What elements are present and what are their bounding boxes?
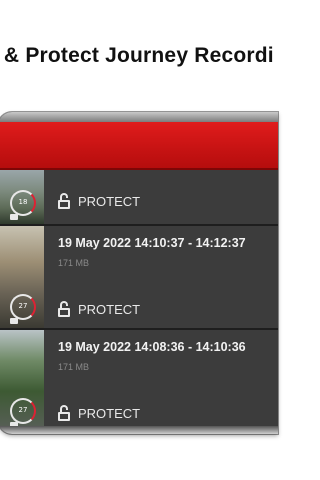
protect-label: PROTECT bbox=[78, 193, 141, 209]
speed-value: 27 bbox=[18, 406, 28, 414]
recording-title: 19 May 2022 14:08:36 - 14:10:36 bbox=[58, 340, 246, 354]
promo-headline: e & Protect Journey Recordi bbox=[0, 44, 274, 67]
recording-thumbnail[interactable]: 27 bbox=[0, 330, 44, 428]
recording-file-size: 171 MB bbox=[58, 362, 90, 372]
speedometer-icon: 18 bbox=[10, 190, 36, 216]
recording-title: 19 May 2022 14:10:37 - 14:12:37 bbox=[58, 236, 246, 250]
protect-button[interactable]: PROTECT bbox=[58, 300, 140, 318]
recording-list-item[interactable]: 18 PROTECT bbox=[0, 170, 278, 224]
camera-icon bbox=[10, 318, 18, 324]
recording-thumbnail[interactable]: 18 bbox=[0, 170, 44, 224]
phone-bezel-bottom bbox=[0, 426, 278, 434]
speedometer-icon: 27 bbox=[10, 398, 36, 424]
recording-file-size: 171 MB bbox=[58, 258, 90, 268]
recording-thumbnail[interactable]: 27 bbox=[0, 226, 44, 328]
speed-value: 18 bbox=[18, 198, 28, 206]
protect-label: PROTECT bbox=[78, 405, 141, 421]
recording-list-item[interactable]: 27 19 May 2022 14:10:37 - 14:12:37 171 M… bbox=[0, 226, 278, 328]
protect-button[interactable]: PROTECT bbox=[58, 192, 140, 210]
speedometer-icon: 27 bbox=[10, 294, 36, 320]
phone-frame: 18 PROTECT 27 19 May 2022 14:10:37 - 14:… bbox=[0, 112, 278, 434]
protect-label: PROTECT bbox=[78, 301, 141, 317]
protect-button[interactable]: PROTECT bbox=[58, 404, 140, 422]
phone-screen: 18 PROTECT 27 19 May 2022 14:10:37 - 14:… bbox=[0, 122, 278, 428]
recording-list-item[interactable]: 27 19 May 2022 14:08:36 - 14:10:36 171 M… bbox=[0, 330, 278, 428]
unlock-icon bbox=[58, 405, 70, 421]
speed-value: 27 bbox=[18, 302, 28, 310]
app-header-bar bbox=[0, 122, 278, 170]
unlock-icon bbox=[58, 301, 70, 317]
camera-icon bbox=[10, 214, 18, 220]
unlock-icon bbox=[58, 193, 70, 209]
